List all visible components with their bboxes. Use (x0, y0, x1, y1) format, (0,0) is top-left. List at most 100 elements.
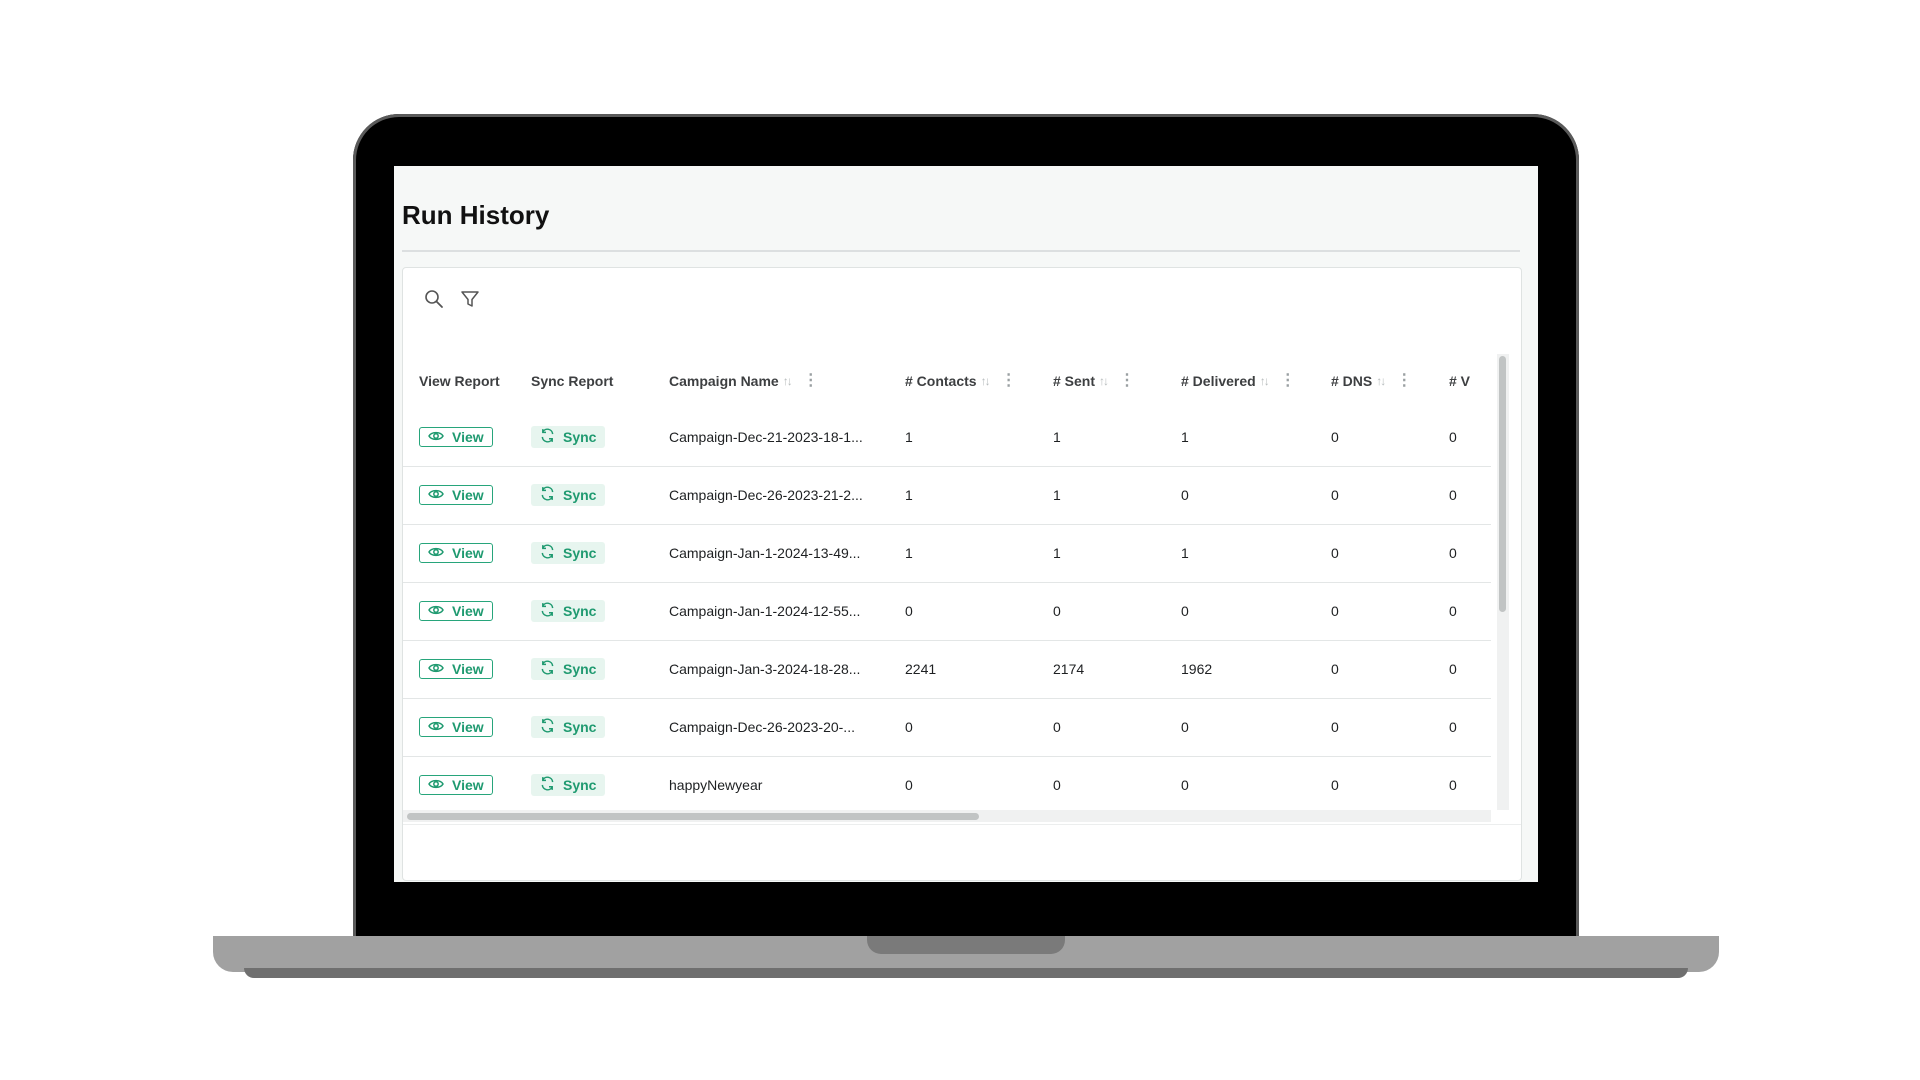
view-report-button[interactable]: View (419, 485, 493, 505)
col-sync-report-label: Sync Report (531, 373, 614, 389)
cell-sync-report: Sync (531, 756, 669, 810)
table-body: View Sync Campaign-Dec-21-2023-18-1... 1 1 1 0… (403, 408, 1491, 810)
cell-dns: 0 (1331, 428, 1339, 445)
sort-icon[interactable]: ↑↓ (783, 374, 793, 388)
eye-icon (428, 429, 444, 445)
cell-contacts: 1 (905, 545, 913, 561)
cell-sent: 0 (1053, 777, 1061, 793)
app-screen: Run History View Report Sync Report Camp… (394, 166, 1538, 882)
view-report-button[interactable]: View (419, 601, 493, 621)
sync-icon (540, 428, 555, 446)
col-view-report-label: View Report (419, 373, 500, 389)
col-next[interactable]: # V (1449, 354, 1491, 408)
sort-icon[interactable]: ↑↓ (981, 374, 991, 388)
table-row: View Sync Campaign-Dec-21-2023-18-1... 1 1 1 0… (403, 408, 1491, 466)
cell-campaign-name: Campaign-Dec-26-2023-21-2... (669, 487, 863, 503)
cell-delivered: 1 (1181, 428, 1189, 445)
sort-icon[interactable]: ↑↓ (1260, 374, 1270, 388)
col-dns-label: # DNS (1331, 373, 1373, 389)
sync-button-label: Sync (563, 777, 597, 793)
cell-delivered: 0 (1181, 603, 1189, 619)
sync-icon (540, 602, 555, 620)
sync-button-label: Sync (563, 545, 597, 561)
view-button-label: View (452, 428, 484, 445)
cell-contacts: 0 (905, 777, 913, 793)
cell-view-report: View (403, 756, 531, 810)
cell-campaign-name: Campaign-Jan-1-2024-12-55... (669, 603, 861, 619)
col-campaign-name[interactable]: Campaign Name ↑↓ ⋮ (669, 354, 905, 408)
cell-campaign-name: happyNewyear (669, 777, 763, 793)
horizontal-scrollbar[interactable] (403, 810, 1491, 822)
cell-sent: 1 (1053, 487, 1061, 503)
sort-icon[interactable]: ↑↓ (1376, 374, 1386, 388)
sync-report-button[interactable]: Sync (531, 600, 606, 622)
cell-campaign-name: Campaign-Jan-1-2024-13-49... (669, 545, 861, 561)
view-button-label: View (452, 603, 484, 619)
col-contacts[interactable]: # Contacts ↑↓ ⋮ (905, 354, 1053, 408)
table-row: View Sync Campaign-Jan-1-2024-12-55... 0 0 0 0… (403, 582, 1491, 640)
cell-view-report: View (403, 524, 531, 582)
horizontal-scrollbar-thumb[interactable] (407, 813, 979, 820)
view-button-label: View (452, 545, 484, 561)
cell-dns: 0 (1331, 719, 1339, 735)
column-menu-icon[interactable]: ⋮ (1001, 373, 1017, 389)
cell-contacts: 1 (905, 428, 913, 445)
cell-sent: 0 (1053, 603, 1061, 619)
sync-icon (540, 776, 555, 794)
sort-icon[interactable]: ↑↓ (1099, 374, 1109, 388)
col-view-report: View Report (403, 354, 531, 408)
column-menu-icon[interactable]: ⋮ (1119, 373, 1135, 389)
cell-next: 0 (1449, 661, 1457, 677)
sync-report-button[interactable]: Sync (531, 542, 606, 564)
search-icon[interactable] (423, 288, 445, 310)
cell-delivered: 0 (1181, 719, 1189, 735)
column-menu-icon[interactable]: ⋮ (803, 373, 819, 389)
view-report-button[interactable]: View (419, 717, 493, 737)
cell-delivered: 1962 (1181, 661, 1213, 677)
view-report-button[interactable]: View (419, 543, 493, 563)
cell-sync-report: Sync (531, 698, 669, 756)
eye-icon (428, 545, 444, 561)
col-delivered-label: # Delivered (1181, 373, 1256, 389)
view-report-button[interactable]: View (419, 775, 493, 795)
col-contacts-label: # Contacts (905, 373, 977, 389)
sync-report-button[interactable]: Sync (531, 658, 606, 680)
sync-report-button[interactable]: Sync (531, 484, 606, 506)
eye-icon (428, 661, 444, 677)
filter-icon[interactable] (459, 288, 481, 310)
cell-campaign-name: Campaign-Jan-3-2024-18-28... (669, 661, 861, 677)
view-button-label: View (452, 777, 484, 793)
cell-sent: 2174 (1053, 661, 1085, 677)
column-menu-icon[interactable]: ⋮ (1396, 373, 1412, 389)
table-viewport: View Report Sync Report Campaign Name ↑↓ ⋮… (403, 354, 1491, 810)
view-report-button[interactable]: View (419, 659, 493, 679)
cell-dns: 0 (1331, 545, 1339, 561)
eye-icon (428, 719, 444, 735)
cell-delivered: 0 (1181, 777, 1189, 793)
col-dns[interactable]: # DNS ↑↓ ⋮ (1331, 354, 1449, 408)
eye-icon (428, 487, 444, 503)
vertical-scrollbar[interactable] (1497, 354, 1509, 810)
cell-view-report: View (403, 466, 531, 524)
table-row: View Sync Campaign-Dec-26-2023-20-... 0 0 0 0 0 (403, 698, 1491, 756)
title-divider (402, 250, 1520, 252)
view-report-button[interactable]: View (419, 426, 493, 447)
cell-delivered: 1 (1181, 545, 1189, 561)
column-menu-icon[interactable]: ⋮ (1280, 373, 1296, 389)
col-delivered[interactable]: # Delivered ↑↓ ⋮ (1181, 354, 1331, 408)
sync-report-button[interactable]: Sync (531, 716, 606, 738)
table-header-row: View Report Sync Report Campaign Name ↑↓ ⋮… (403, 354, 1491, 408)
cell-campaign-name: Campaign-Dec-26-2023-20-... (669, 719, 855, 735)
col-sent-label: # Sent (1053, 373, 1096, 389)
sync-button-label: Sync (563, 428, 597, 445)
cell-next: 0 (1449, 428, 1457, 445)
cell-sent: 1 (1053, 545, 1061, 561)
sync-report-button[interactable]: Sync (531, 425, 606, 448)
cell-view-report: View (403, 698, 531, 756)
cell-sync-report: Sync (531, 524, 669, 582)
sync-report-button[interactable]: Sync (531, 774, 606, 796)
cell-dns: 0 (1331, 661, 1339, 677)
cell-view-report: View (403, 640, 531, 698)
vertical-scrollbar-thumb[interactable] (1499, 356, 1506, 612)
col-sent[interactable]: # Sent ↑↓ ⋮ (1053, 354, 1181, 408)
